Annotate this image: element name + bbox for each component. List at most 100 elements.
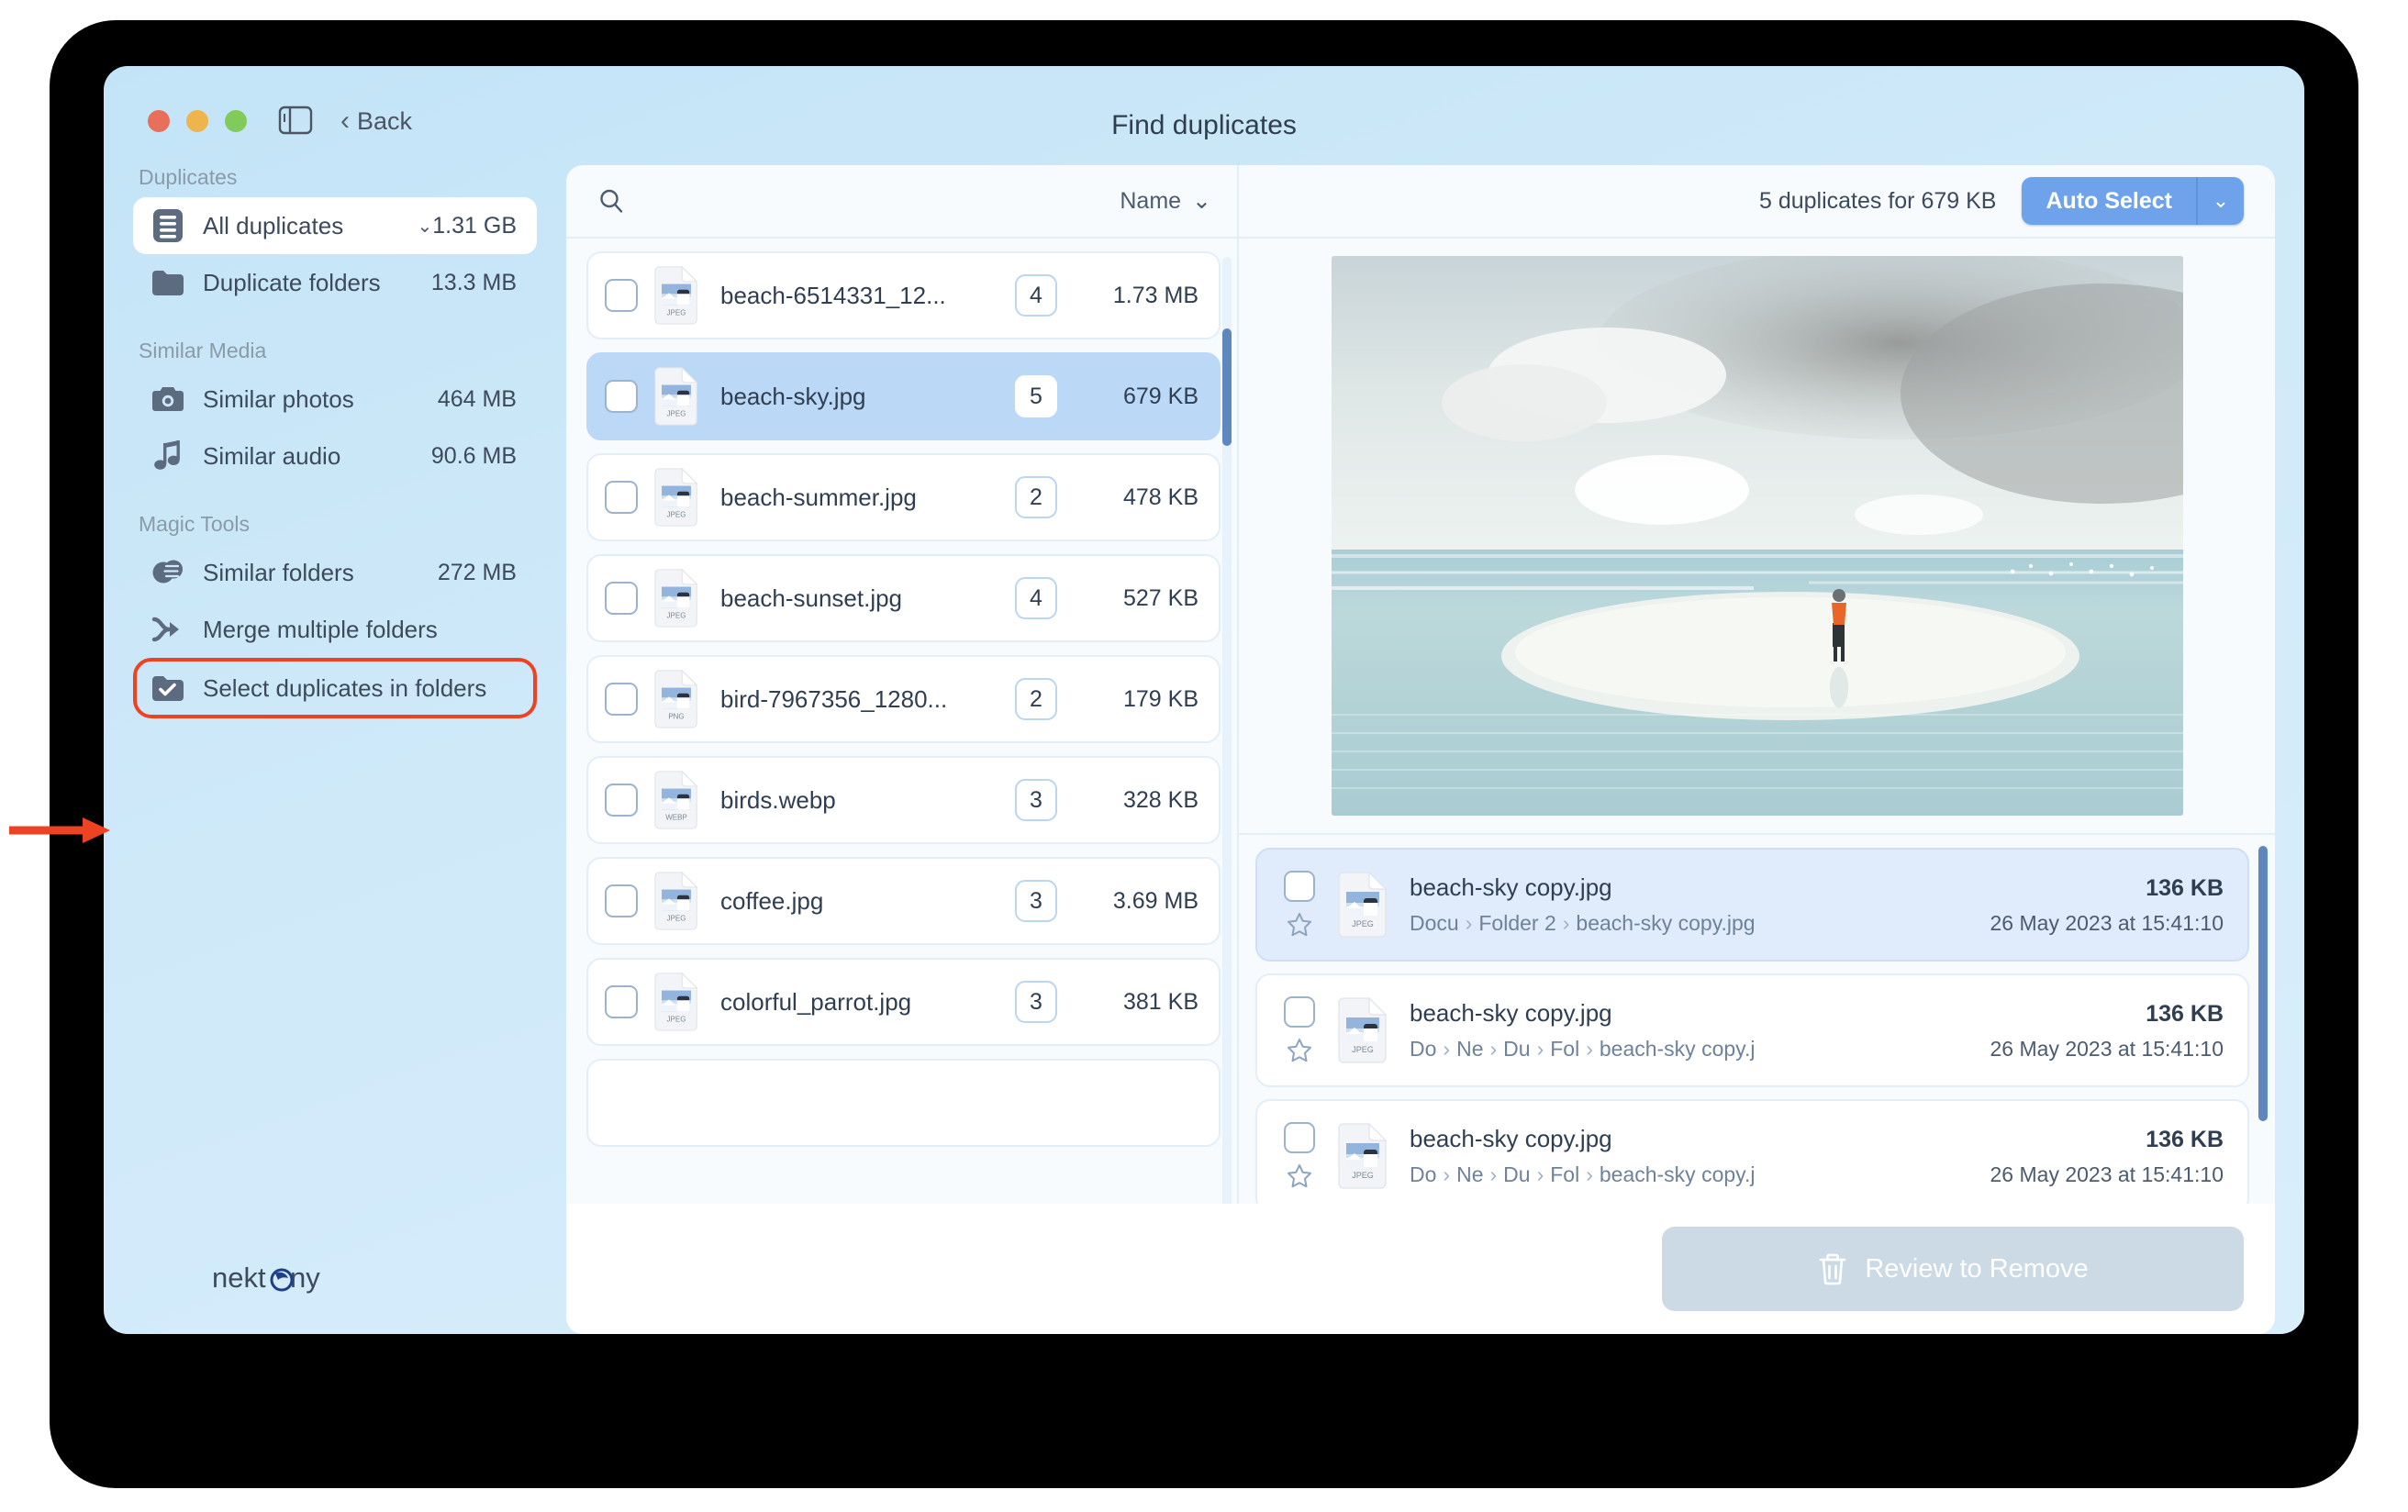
path-segment: Folder 2 <box>1478 911 1556 935</box>
file-row[interactable]: JPEG beach-sky.jpg 5 679 KB <box>586 352 1221 440</box>
path-segment: Do <box>1410 1162 1437 1186</box>
star-icon[interactable] <box>1286 1162 1313 1190</box>
sidebar-item-similar-audio[interactable]: Similar audio 90.6 MB <box>133 428 537 484</box>
path-separator-icon: › <box>1443 1037 1451 1061</box>
review-to-remove-button[interactable]: Review to Remove <box>1662 1227 2244 1311</box>
path-separator-icon: › <box>1586 1037 1593 1061</box>
file-row[interactable] <box>586 1059 1221 1147</box>
path-segment: Do <box>1410 1037 1437 1061</box>
file-row-checkbox[interactable] <box>605 985 638 1018</box>
duplicate-row-checkbox[interactable] <box>1284 996 1315 1028</box>
file-size: 527 KB <box>1122 584 1198 611</box>
file-size: 381 KB <box>1122 988 1198 1015</box>
svg-text:JPEG: JPEG <box>667 611 686 619</box>
file-date: 26 May 2023 at 15:41:10 <box>1990 911 2224 935</box>
detail-pane: JPEG beach-sky copy.jpg 136 KB Docu › Fold… <box>1239 239 2275 1303</box>
path-separator-icon: › <box>1443 1162 1451 1186</box>
camera-icon <box>150 381 186 417</box>
file-row-checkbox[interactable] <box>605 884 638 917</box>
overlapping-circles-icon <box>150 554 186 591</box>
file-row[interactable]: PNG bird-7967356_1280... 2 179 KB <box>586 655 1221 743</box>
duplicate-file-name: beach-sky copy.jpg <box>1410 999 1612 1027</box>
duplicate-rows-scroll-thumb[interactable] <box>2258 846 2268 1121</box>
file-size: 478 KB <box>1122 484 1198 510</box>
duplicate-row[interactable]: JPEG beach-sky copy.jpg 136 KB Do › Ne › Du ›… <box>1255 973 2249 1087</box>
file-type-icon: WEBP <box>652 771 700 829</box>
music-note-icon <box>150 438 186 474</box>
file-name: beach-sky.jpg <box>720 382 866 410</box>
preview-image <box>1331 256 2183 816</box>
svg-text:nekt: nekt <box>212 1262 266 1294</box>
path-separator-icon: › <box>1489 1162 1498 1186</box>
preview-zone <box>1239 239 2275 835</box>
file-list-scroll-thumb[interactable] <box>1222 328 1232 446</box>
file-row[interactable]: JPEG beach-summer.jpg 2 478 KB <box>586 453 1221 541</box>
file-row[interactable]: JPEG beach-sunset.jpg 4 527 KB <box>586 554 1221 642</box>
sidebar-item-all-duplicates[interactable]: All duplicates ⌄ 1.31 GB <box>133 197 537 254</box>
file-type-icon: JPEG <box>652 266 700 325</box>
search-bar: Name ⌄ <box>566 165 1239 237</box>
duplicate-row-checkbox[interactable] <box>1284 871 1315 902</box>
duplicate-file-size: 136 KB <box>2146 1127 2224 1152</box>
file-row[interactable]: JPEG beach-6514331_12... 4 1.73 MB <box>586 251 1221 339</box>
trash-icon <box>1817 1251 1848 1286</box>
search-input[interactable] <box>638 187 1108 215</box>
sort-label: Name <box>1120 187 1182 214</box>
star-icon[interactable] <box>1286 911 1313 939</box>
file-type-icon: PNG <box>652 670 700 728</box>
file-row[interactable]: JPEG colorful_parrot.jpg 3 381 KB <box>586 958 1221 1046</box>
file-row[interactable]: JPEG coffee.jpg 3 3.69 MB <box>586 857 1221 945</box>
duplicates-summary-zone: 5 duplicates for 679 KB Auto Select ⌄ <box>1239 165 2275 237</box>
star-icon[interactable] <box>1286 1037 1313 1064</box>
chevron-down-icon[interactable]: ⌄ <box>418 215 433 238</box>
file-row[interactable]: WEBP birds.webp 3 328 KB <box>586 756 1221 844</box>
sidebar-item-similar-folders[interactable]: Similar folders 272 MB <box>133 544 537 601</box>
file-type-icon: JPEG <box>652 569 700 628</box>
auto-select-button[interactable]: Auto Select <box>2022 177 2196 225</box>
path-separator-icon: › <box>1536 1037 1544 1061</box>
svg-text:JPEG: JPEG <box>1352 1171 1374 1180</box>
content-body: JPEG beach-6514331_12... 4 1.73 MB JPEG … <box>566 239 2275 1303</box>
file-list-scrollbar[interactable] <box>1222 257 1232 1266</box>
sort-dropdown[interactable]: Name ⌄ <box>1120 187 1211 215</box>
path-segment: Du <box>1503 1037 1531 1061</box>
auto-select-split-button[interactable]: Auto Select ⌄ <box>2022 177 2244 225</box>
sidebar-item-similar-photos[interactable]: Similar photos 464 MB <box>133 371 537 428</box>
sidebar-item-size: 272 MB <box>437 559 517 585</box>
duplicate-count-badge: 3 <box>1015 880 1057 922</box>
duplicate-row[interactable]: JPEG beach-sky copy.jpg 136 KB Docu › Fold… <box>1255 848 2249 962</box>
folder-check-icon <box>150 670 186 706</box>
sidebar-item-duplicate-folders[interactable]: Duplicate folders 13.3 MB <box>133 254 537 311</box>
duplicate-row[interactable]: JPEG beach-sky copy.jpg 136 KB Do › Ne › Du ›… <box>1255 1099 2249 1213</box>
duplicate-file-name: beach-sky copy.jpg <box>1410 873 1612 901</box>
file-type-icon: JPEG <box>652 367 700 426</box>
folder-icon <box>150 264 186 301</box>
sidebar-item-size: 464 MB <box>437 385 517 412</box>
svg-text:WEBP: WEBP <box>665 813 687 821</box>
file-row-checkbox[interactable] <box>605 380 638 413</box>
file-type-icon: JPEG <box>1336 1123 1389 1189</box>
content-card: Name ⌄ 5 duplicates for 679 KB Auto Sele… <box>566 165 2275 1303</box>
file-row-checkbox[interactable] <box>605 582 638 615</box>
duplicate-row-checkbox[interactable] <box>1284 1122 1315 1153</box>
file-row-checkbox[interactable] <box>605 481 638 514</box>
file-type-icon: JPEG <box>1336 997 1389 1063</box>
sidebar-group-title-similar-media: Similar Media <box>139 339 267 362</box>
merge-arrow-icon <box>150 611 186 648</box>
sidebar-item-select-duplicates-in-folders[interactable]: Select duplicates in folders <box>133 658 537 718</box>
svg-text:JPEG: JPEG <box>667 409 686 417</box>
path-separator-icon: › <box>1489 1037 1498 1061</box>
file-row-checkbox[interactable] <box>605 784 638 817</box>
svg-text:PNG: PNG <box>668 712 684 720</box>
file-row-checkbox[interactable] <box>605 683 638 716</box>
duplicates-summary-text: 5 duplicates for 679 KB <box>1758 187 1997 214</box>
file-date: 26 May 2023 at 15:41:10 <box>1990 1162 2224 1186</box>
duplicate-rows-scrollbar[interactable] <box>2258 846 2268 1121</box>
svg-text:JPEG: JPEG <box>667 1015 686 1023</box>
file-name: colorful_parrot.jpg <box>720 987 912 1016</box>
file-row-checkbox[interactable] <box>605 279 638 312</box>
auto-select-dropdown-caret-icon[interactable]: ⌄ <box>2196 177 2244 225</box>
svg-text:JPEG: JPEG <box>1352 919 1374 928</box>
sidebar-item-label: Merge multiple folders <box>203 615 438 643</box>
sidebar-item-merge-multiple-folders[interactable]: Merge multiple folders <box>133 601 537 658</box>
